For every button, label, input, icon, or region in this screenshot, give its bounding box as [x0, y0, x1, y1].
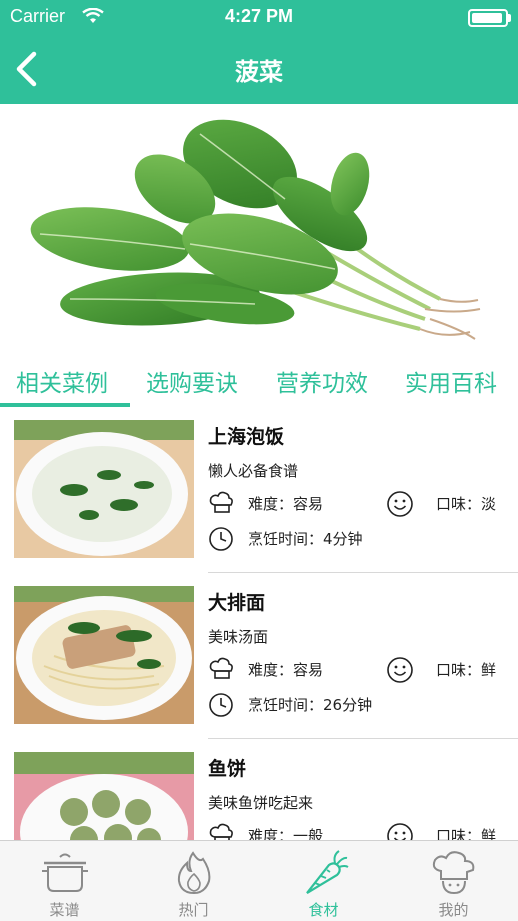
difficulty-label: 难度：容易 [248, 495, 324, 513]
tabbar-label: 菜谱 [49, 901, 80, 919]
clock: 4:27 PM [224, 6, 294, 26]
list-item[interactable]: 上海泡饭 懒人必备食谱 难度：容易 口味：淡 烹饪时间：4分钟 [0, 408, 518, 574]
recipe-description: 懒人必备食谱 [208, 462, 299, 480]
cook-time-label: 烹饪时间：4分钟 [248, 530, 363, 548]
battery-icon [468, 9, 511, 27]
smiley-icon [387, 823, 413, 840]
smiley-icon [387, 657, 413, 683]
category-tabs: 相关菜例 选购要诀 营养功效 实用百科 [0, 356, 518, 408]
chef-hat-icon [209, 491, 233, 513]
chef-hat-icon [209, 823, 233, 840]
hero-image [0, 104, 518, 356]
tabbar-item-recipes[interactable]: 菜谱 [0, 841, 129, 921]
tabbar-label: 食材 [308, 901, 339, 919]
tab-related-recipes[interactable]: 相关菜例 [16, 364, 108, 398]
flame-icon [177, 851, 211, 895]
smiley-icon [387, 491, 413, 517]
tabbar-item-popular[interactable]: 热门 [129, 841, 258, 921]
status-bar: Carrier 4:27 PM [0, 0, 518, 34]
page-title: 菠菜 [235, 58, 283, 86]
top-bar: Carrier 4:27 PM 菠菜 [0, 0, 518, 104]
taste-label: 口味：鲜 [436, 827, 497, 840]
tabbar-item-ingredients[interactable]: 食材 [259, 841, 388, 921]
list-item[interactable]: 大排面 美味汤面 难度：容易 口味：鲜 烹饪时间：26分钟 [0, 574, 518, 740]
divider [208, 572, 518, 573]
tab-nutrition[interactable]: 营养功效 [276, 364, 368, 398]
difficulty-label: 难度：容易 [248, 661, 324, 679]
bottom-tab-bar: 菜谱 热门 食材 我的 [0, 840, 518, 921]
clock-icon [209, 693, 233, 717]
spinach-image [30, 119, 481, 340]
recipe-thumbnail [14, 420, 194, 558]
recipe-description: 美味汤面 [208, 628, 269, 646]
recipe-name: 大排面 [208, 592, 266, 614]
chef-hat-icon [209, 657, 233, 679]
divider [208, 738, 518, 739]
carrot-icon [306, 850, 349, 894]
cook-time-label: 烹饪时间：26分钟 [248, 696, 373, 714]
pot-icon [42, 853, 88, 892]
list-item[interactable]: 鱼饼 美味鱼饼吃起来 难度：一般 口味：鲜 [0, 740, 518, 840]
tabbar-item-mine[interactable]: 我的 [389, 841, 518, 921]
tabbar-label: 我的 [438, 901, 469, 919]
recipe-description: 美味鱼饼吃起来 [208, 794, 314, 812]
recipe-list: 上海泡饭 懒人必备食谱 难度：容易 口味：淡 烹饪时间：4分钟 大排面 美味汤面… [0, 408, 518, 840]
tab-buying-tips[interactable]: 选购要诀 [146, 364, 238, 398]
taste-label: 口味：鲜 [436, 661, 497, 679]
tabbar-label: 热门 [178, 901, 209, 919]
recipe-name: 鱼饼 [208, 758, 247, 780]
taste-label: 口味：淡 [436, 495, 497, 513]
recipe-thumbnail [14, 752, 194, 840]
difficulty-label: 难度：一般 [248, 827, 324, 840]
chef-hat-icon [432, 851, 475, 895]
active-tab-indicator [0, 403, 130, 407]
tab-encyclopedia[interactable]: 实用百科 [405, 364, 497, 398]
clock-icon [209, 527, 233, 551]
recipe-name: 上海泡饭 [208, 426, 285, 448]
recipe-thumbnail [14, 586, 194, 724]
